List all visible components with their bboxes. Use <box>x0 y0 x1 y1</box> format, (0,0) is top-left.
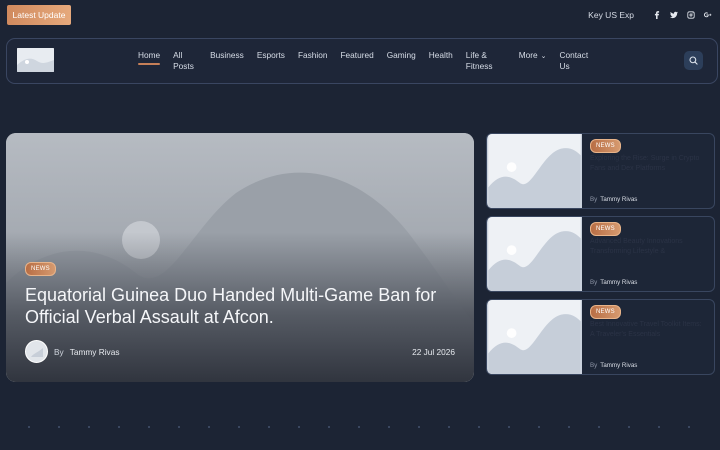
instagram-icon[interactable] <box>686 11 695 20</box>
main-nav: Home All Posts Business Esports Fashion … <box>138 50 605 72</box>
thumbnail-placeholder <box>487 300 582 374</box>
nav-business[interactable]: Business <box>210 50 244 72</box>
nav-featured[interactable]: Featured <box>340 50 373 72</box>
decorative-dot-divider <box>14 426 714 428</box>
category-badge[interactable]: NEWS <box>590 222 621 236</box>
by-label: By <box>590 196 598 203</box>
side-author: By Tammy Rivas <box>590 362 637 369</box>
side-article-title[interactable]: Best Innovative Travel Toolkit Items: A … <box>590 320 706 340</box>
category-badge[interactable]: NEWS <box>590 305 621 319</box>
by-label: By <box>54 346 64 357</box>
nav-more[interactable]: More ⌄ <box>519 50 547 72</box>
avatar-icon <box>30 347 43 357</box>
side-article-3[interactable]: NEWS Best Innovative Travel Toolkit Item… <box>486 299 715 375</box>
nav-life-fitness[interactable]: Life & Fitness <box>466 50 506 72</box>
twitter-icon[interactable] <box>669 11 678 20</box>
facebook-icon[interactable] <box>652 11 661 20</box>
nav-fashion[interactable]: Fashion <box>298 50 328 72</box>
nav-health[interactable]: Health <box>429 50 453 72</box>
category-badge[interactable]: NEWS <box>590 139 621 153</box>
topbar-right: Key US Exp <box>588 9 712 21</box>
site-logo[interactable] <box>17 48 54 72</box>
thumbnail-placeholder <box>487 217 582 291</box>
by-label: By <box>590 362 598 369</box>
google-plus-icon[interactable] <box>703 11 712 20</box>
nav-home[interactable]: Home <box>138 50 161 72</box>
side-author: By Tammy Rivas <box>590 196 637 203</box>
site-header: Home All Posts Business Esports Fashion … <box>6 38 718 84</box>
side-author: By Tammy Rivas <box>590 279 637 286</box>
avatar[interactable] <box>25 340 48 363</box>
author-name[interactable]: Tammy Rivas <box>600 196 637 203</box>
side-article-title[interactable]: Exploring the Rise: Surge in Crypto Fans… <box>590 154 706 174</box>
side-article-2[interactable]: NEWS Advanced Beauty Innovations Transfo… <box>486 216 715 292</box>
side-article-title[interactable]: Advanced Beauty Innovations Transforming… <box>590 237 706 257</box>
nav-more-label: More <box>518 50 538 60</box>
author-name[interactable]: Tammy Rivas <box>600 362 637 369</box>
hero-title[interactable]: Equatorial Guinea Duo Handed Multi-Game … <box>25 284 445 328</box>
search-button[interactable] <box>684 51 703 70</box>
nav-contact-us[interactable]: Contact Us <box>560 50 592 72</box>
news-ticker[interactable]: Key US Exp <box>588 10 634 20</box>
thumbnail-placeholder <box>487 134 582 208</box>
chevron-down-icon: ⌄ <box>540 53 547 60</box>
nav-all-posts[interactable]: All Posts <box>173 50 197 72</box>
nav-gaming[interactable]: Gaming <box>387 50 416 72</box>
post-date: 22 Jul 2026 <box>412 347 455 357</box>
side-article-1[interactable]: NEWS Exploring the Rise: Surge in Crypto… <box>486 133 715 209</box>
by-label: By <box>590 279 598 286</box>
category-badge[interactable]: NEWS <box>25 262 56 276</box>
featured-article[interactable]: NEWS Equatorial Guinea Duo Handed Multi-… <box>6 133 474 382</box>
nav-esports[interactable]: Esports <box>257 50 285 72</box>
search-icon <box>689 56 698 65</box>
author-name[interactable]: Tammy Rivas <box>70 347 120 357</box>
author-name[interactable]: Tammy Rivas <box>600 279 637 286</box>
hero-author: By Tammy Rivas <box>25 340 119 363</box>
latest-update-button[interactable]: Latest Update <box>7 5 71 25</box>
